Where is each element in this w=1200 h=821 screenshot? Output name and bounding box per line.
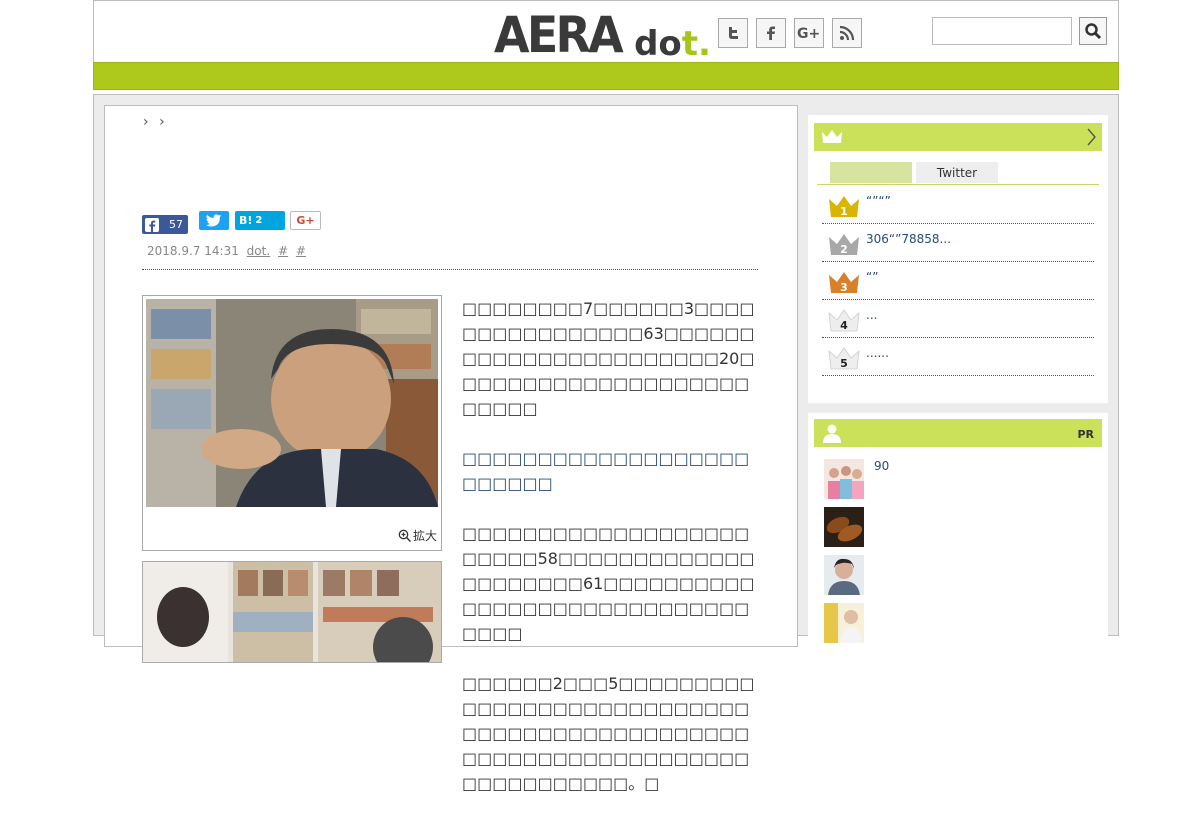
tab-underline <box>817 184 1099 185</box>
logo-aera-text: AERA <box>494 6 624 64</box>
twitter-bird-icon <box>206 214 222 226</box>
ranking-title: ... <box>866 308 878 322</box>
svg-text:3: 3 <box>840 281 848 294</box>
twitter-link[interactable] <box>718 18 748 48</box>
search-input[interactable] <box>932 17 1072 45</box>
twitter-icon <box>729 27 738 39</box>
article-paragraph: □□□□□□□□□□□□□□□□□□□□□□□□58□□□□□□□□□□□□□□… <box>462 524 755 643</box>
crown-icon <box>822 130 842 143</box>
source-link[interactable]: dot. <box>247 244 270 258</box>
article-paragraph: □□□□□□□□7□□□□□□3□□□□□□□□□□□□□□□□63□□□□□□… <box>462 299 755 418</box>
pr-thumbnail[interactable] <box>824 507 864 547</box>
ranking-item[interactable]: 5 ...... <box>822 339 1094 376</box>
tag-link[interactable]: # <box>296 244 306 258</box>
svg-text:2: 2 <box>840 243 848 256</box>
facebook-link[interactable] <box>756 18 786 48</box>
facebook-icon <box>145 217 159 232</box>
article-subheading: □□□□□□□□□□□□□□□□□□□□□□□□□ <box>462 449 750 493</box>
zoom-button[interactable]: 拡大 <box>398 527 437 544</box>
global-nav-bar <box>93 62 1119 90</box>
ranking-tabs: Twitter <box>830 162 998 183</box>
page: AERA dot. G+ › › 57 B! 2 G+ 2018.9.7 14:… <box>93 0 1119 793</box>
pr-thumbnail[interactable] <box>824 603 864 643</box>
ranking-title: “”“” <box>866 194 891 208</box>
meta-divider <box>142 269 758 270</box>
site-header: AERA dot. G+ <box>93 0 1119 63</box>
hatena-icon: B! <box>239 214 253 227</box>
googleplus-link[interactable]: G+ <box>794 18 824 48</box>
facebook-share-count: 57 <box>169 218 183 231</box>
pr-widget: PR 90 <box>808 413 1108 653</box>
chevron-right-icon[interactable] <box>1086 128 1096 146</box>
article-photo[interactable]: 拡大 <box>142 295 442 551</box>
ranking-header[interactable] <box>814 123 1102 151</box>
article-meta: 2018.9.7 14:31 dot. # # <box>147 244 306 258</box>
rss-icon <box>839 25 855 41</box>
ranking-widget: Twitter 1 “”“” 2 306“”78858... 3 “” 4 ..… <box>808 115 1108 403</box>
hatena-bookmark-button[interactable]: B! 2 <box>235 211 285 230</box>
article-photo-2[interactable] <box>142 561 442 663</box>
ranking-item[interactable]: 1 “”“” <box>822 187 1094 224</box>
site-logo[interactable]: AERA dot. <box>494 6 711 64</box>
breadcrumb-separator: › <box>143 114 149 130</box>
article-body: □□□□□□□□7□□□□□□3□□□□□□□□□□□□□□□□63□□□□□□… <box>462 296 760 821</box>
breadcrumb-separator: › <box>159 114 165 130</box>
rank-2-crown-icon: 2 <box>829 234 859 256</box>
ranking-item[interactable]: 3 “” <box>822 263 1094 300</box>
article: › › 57 B! 2 G+ 2018.9.7 14:31 dot. # # 拡… <box>104 105 798 793</box>
rank-5-crown-icon: 5 <box>828 347 860 370</box>
zoom-in-icon <box>398 529 411 542</box>
photo-image <box>146 299 438 507</box>
svg-text:5: 5 <box>840 357 848 370</box>
svg-text:G+: G+ <box>797 26 820 42</box>
search-icon <box>1085 23 1102 40</box>
article-paragraph: □□□□□□2□□□5□□□□□□□□□□□□□□□□□□□□□□□□□□□□□… <box>462 674 755 793</box>
tag-link[interactable]: # <box>278 244 288 258</box>
rank-1-crown-icon: 1 <box>829 196 859 218</box>
content-area: › › 57 B! 2 G+ 2018.9.7 14:31 dot. # # 拡… <box>93 94 1119 793</box>
ranking-title: ...... <box>866 346 889 360</box>
ranking-item[interactable]: 2 306“”78858... <box>822 225 1094 262</box>
svg-text:1: 1 <box>840 205 848 218</box>
svg-text:4: 4 <box>840 319 848 332</box>
ranking-item[interactable]: 4 ... <box>822 301 1094 338</box>
facebook-share-button[interactable]: 57 <box>142 215 188 234</box>
facebook-icon <box>767 26 775 40</box>
ranking-title: “” <box>866 270 879 284</box>
pr-header: PR <box>814 419 1102 447</box>
rank-4-crown-icon: 4 <box>828 309 860 332</box>
ranking-title: 306“”78858... <box>866 232 951 246</box>
breadcrumb: › › <box>143 114 165 130</box>
hatena-count: 2 <box>255 215 263 226</box>
google-plus-icon: G+ <box>296 214 315 227</box>
photo-image <box>143 562 441 662</box>
pr-thumbnail[interactable] <box>824 555 864 595</box>
search-button[interactable] <box>1079 17 1107 45</box>
publish-date: 2018.9.7 14:31 <box>147 244 239 258</box>
pr-title[interactable]: 90 <box>874 459 889 473</box>
logo-dot-text: dot. <box>634 24 711 64</box>
tab-ranking-twitter[interactable]: Twitter <box>916 162 998 183</box>
person-icon <box>823 424 841 443</box>
pr-thumbnail[interactable] <box>824 459 864 499</box>
rss-link[interactable] <box>832 18 862 48</box>
rank-3-crown-icon: 3 <box>829 272 859 294</box>
twitter-share-button[interactable] <box>199 211 229 230</box>
pr-label: PR <box>1077 428 1094 441</box>
tab-ranking-access[interactable] <box>830 162 912 183</box>
googleplus-share-button[interactable]: G+ <box>290 211 321 230</box>
zoom-label: 拡大 <box>412 529 437 543</box>
google-plus-icon: G+ <box>797 26 820 42</box>
